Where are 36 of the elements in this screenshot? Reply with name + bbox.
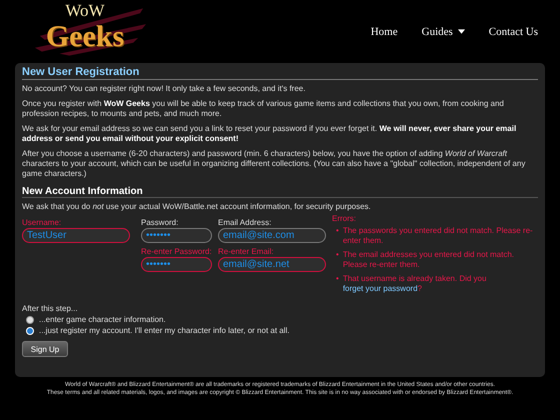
error-message: The passwords you entered did not match. Please re-enter them. [342,226,534,246]
error-message: The email addresses you entered did not match. Please re-enter them. [342,250,516,270]
paragraph: We ask that you do not use your actual WoW/Battle.net account information, for security purposes. [22,202,372,212]
field-label: Username: [22,218,62,228]
sign-up-button[interactable]: Sign Up [22,341,68,357]
bullet: • [336,274,339,285]
logo-text: Geeks [46,20,124,54]
paragraph: No account? You can register right now! It only take a few seconds, and it's free. [22,84,306,94]
bullet: • [336,250,339,261]
section-heading: New Account Information [22,186,538,198]
radio-label: ...enter game character information. [39,315,166,324]
error-message: That username is already taken. Did you forget your password? [342,274,488,294]
field-label: Email Address: [218,218,272,228]
nav-link[interactable]: Guides [422,26,465,38]
forgot-password-link[interactable]: forget your password [342,284,418,293]
radio-button[interactable] [26,316,34,324]
field-label: Re-enter Password: [141,247,212,257]
field-label: Password: [141,218,180,228]
section-heading: New User Registration [22,66,538,80]
nav-link[interactable]: Home [370,26,398,38]
input-field[interactable]: email@site.net [218,257,326,272]
input-field[interactable]: ••••••• [141,257,212,272]
radio-label: ...just register my account. I'll enter my character info later, or not at all. [39,326,290,335]
logo[interactable]: WoW Geeks [16,0,154,63]
paragraph: After you choose a username (6-20 characters) and password (min. 6 characters) below, you have the option of adding World of Warcraft characters to your account, which can be useful in organizing different collections. (You can also have a "global" collection, independent of any game characters.) [22,149,526,179]
input-field[interactable]: email@site.com [218,228,326,243]
field-label: Re-enter Email: [218,247,275,257]
step-label: After this step... [22,304,79,313]
paragraph: We ask for your email address so we can send you a link to reset your password if you ever forget it. We will never, ever share your email address or send you email without your explicit consent! [22,124,518,144]
nav-link[interactable]: Contact Us [488,26,538,38]
logo-text: WoW [65,2,105,20]
input-field[interactable]: TestUser [22,228,130,243]
paragraph: Once you register with WoW Geeks you will be able to keep track of various game items and collections that you own, from cooking and profession recipes, to mounts and pets, and much more. [22,99,505,119]
input-field[interactable]: ••••••• [141,228,212,243]
errors-heading: Errors: [332,214,357,223]
bullet: • [336,226,339,237]
